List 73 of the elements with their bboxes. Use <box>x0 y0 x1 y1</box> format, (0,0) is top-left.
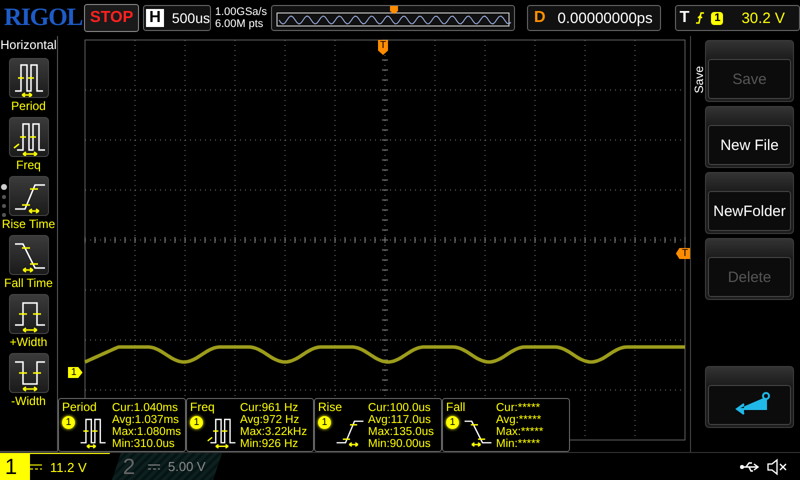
measurement-value: Min:***** <box>496 438 542 450</box>
measure-button[interactable] <box>8 353 48 393</box>
measure-label: Rise Time <box>2 217 56 231</box>
measurement-value: Max:***** <box>496 426 544 438</box>
measurement-value: Max:3.22kHz <box>240 426 308 438</box>
timebase-value: 500us <box>172 10 210 26</box>
channel-marker[interactable]: 1 <box>68 367 83 378</box>
measure-button[interactable] <box>8 294 48 334</box>
measurement-name: Rise <box>318 401 344 414</box>
channel-badge: 1 <box>446 416 459 429</box>
channel-badge: 1 <box>62 416 75 429</box>
trigger-level: 30.2 V <box>741 10 785 26</box>
channel-tab[interactable]: 2 5.00 V <box>112 453 222 480</box>
timebase-label: H <box>146 9 164 27</box>
page-dot[interactable] <box>2 204 6 208</box>
measure-label: +Width <box>10 335 48 349</box>
measurement-value: Max:135.0us <box>368 426 434 438</box>
back-button[interactable] <box>705 366 794 428</box>
dc-coupling-icon <box>30 463 42 471</box>
trigger-label: T <box>680 9 690 27</box>
page-dot[interactable] <box>2 195 6 199</box>
measurement-value: Min:310.0us <box>112 438 176 450</box>
rising-edge-icon <box>695 11 706 25</box>
trigger-source: 1 <box>711 12 724 24</box>
measurement-value: Avg:972 Hz <box>240 414 300 426</box>
measurement-value: Avg:***** <box>496 414 542 426</box>
measure-button[interactable] <box>8 58 48 98</box>
measurement-value: Avg:117.0us <box>368 414 432 426</box>
trigger-position-marker[interactable]: T <box>378 40 388 55</box>
measure-label: -Width <box>11 394 46 408</box>
measurement-value: Max:1.080ms <box>112 426 182 438</box>
memory-depth: 6.00M pts <box>215 18 264 30</box>
trigger-box[interactable]: T 1 30.2 V <box>674 5 800 31</box>
muted-speaker-icon <box>766 458 788 476</box>
page-dot[interactable] <box>2 213 6 217</box>
channel-number: 2 <box>122 454 136 480</box>
brand-logo: RIGOL <box>4 4 80 32</box>
measurement-value: Min:90.00us <box>368 438 432 450</box>
measure-button[interactable] <box>8 235 48 275</box>
measurement-name: Freq <box>190 401 216 414</box>
measure-button[interactable] <box>8 176 48 216</box>
menu-title: Horizontal <box>0 38 57 52</box>
channel-scale: 5.00 V <box>168 459 206 474</box>
sample-rate: 1.00GSa/s <box>215 6 267 18</box>
softkey-button[interactable]: NewFolder <box>705 172 794 234</box>
measure-label: Fall Time <box>4 276 53 290</box>
delay-label: D <box>534 9 546 27</box>
measurement-value: Min:926 Hz <box>240 438 300 450</box>
delay-box[interactable]: D 0.00000000ps <box>526 5 661 31</box>
measurement-value: Cur:1.040ms <box>112 402 179 414</box>
measure-label: Period <box>11 99 46 113</box>
trigger-level-marker[interactable]: T <box>676 248 690 259</box>
dc-coupling-icon <box>148 462 160 470</box>
measure-label: Freq <box>16 158 41 172</box>
channel-tab[interactable]: 1 11.2 V <box>0 453 110 480</box>
timebase-box[interactable]: H 500us <box>143 5 211 31</box>
measurement-name: Period <box>62 401 98 414</box>
usb-icon <box>740 460 760 472</box>
measurement-name: Fall <box>446 401 466 414</box>
channel-number: 1 <box>4 454 18 480</box>
delay-value: 0.00000000ps <box>558 10 653 26</box>
channel-badge: 1 <box>190 416 203 429</box>
channel-scale: 11.2 V <box>50 460 87 474</box>
softkey-button[interactable]: New File <box>705 106 794 168</box>
run-stop-status[interactable]: STOP <box>84 4 140 32</box>
menu-title: Save <box>692 66 706 94</box>
measurement-value: Cur:100.0us <box>368 402 432 414</box>
measurement-value: Cur:***** <box>496 402 542 414</box>
page-dot[interactable] <box>1 184 7 190</box>
measurement-value: Cur:961 Hz <box>240 402 300 414</box>
channel-badge: 1 <box>318 416 331 429</box>
measurement-value: Avg:1.037ms <box>112 414 180 426</box>
measure-button[interactable] <box>8 117 48 157</box>
